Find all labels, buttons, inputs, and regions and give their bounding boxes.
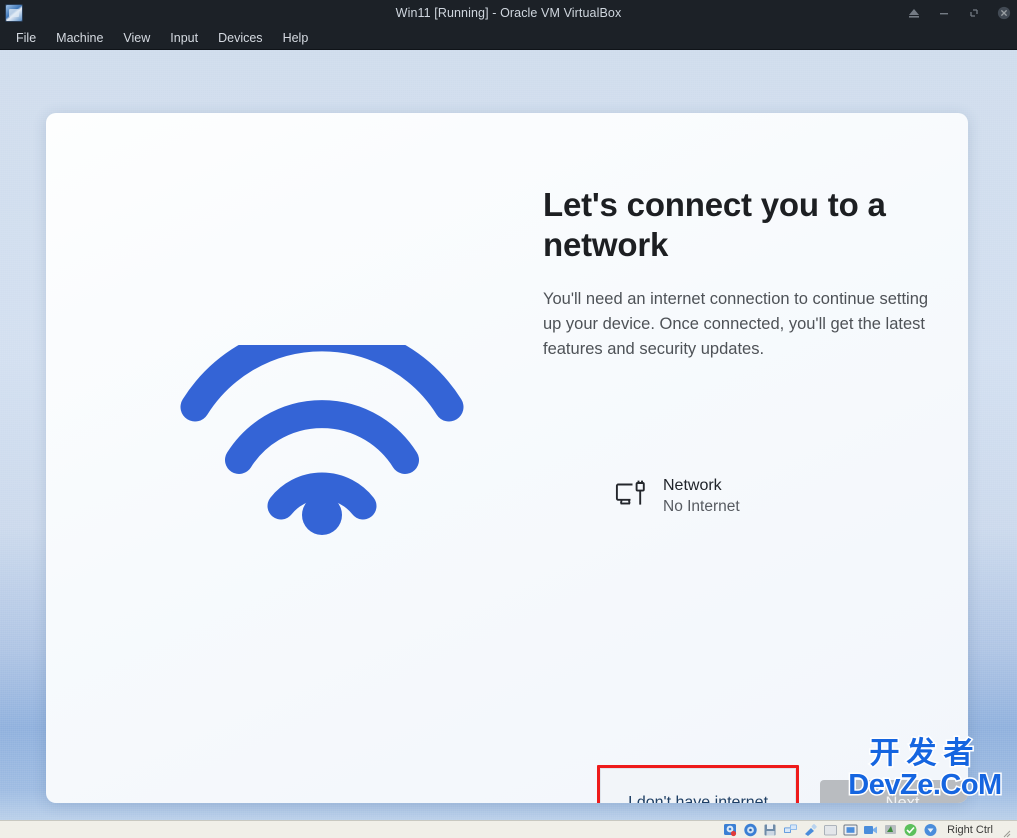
virtualbox-window: Win11 [Running] - Oracle VM VirtualBox F… bbox=[0, 0, 1017, 838]
network-name: Network bbox=[663, 477, 722, 494]
display-icon[interactable] bbox=[843, 823, 858, 837]
host-key-label: Right Ctrl bbox=[947, 823, 993, 836]
optical-drive-icon[interactable] bbox=[743, 823, 758, 837]
host-key-icon[interactable] bbox=[923, 823, 938, 837]
usb-icon[interactable] bbox=[803, 823, 818, 837]
next-button[interactable]: Next bbox=[820, 780, 968, 803]
recording-icon[interactable] bbox=[863, 823, 878, 837]
vm-display[interactable]: Let's connect you to a network You'll ne… bbox=[0, 50, 1017, 820]
status-bar: Right Ctrl bbox=[0, 820, 1017, 838]
wifi-icon bbox=[177, 345, 467, 535]
ethernet-pc-icon bbox=[615, 479, 649, 513]
window-controls bbox=[907, 0, 1011, 26]
oobe-button-row: I don't have internet Next bbox=[597, 765, 968, 803]
network-text: Network No Internet bbox=[663, 476, 740, 516]
resize-grip[interactable] bbox=[1001, 825, 1011, 837]
no-internet-highlight: I don't have internet bbox=[597, 765, 799, 803]
menu-item-view[interactable]: View bbox=[113, 28, 160, 48]
minimize-icon[interactable] bbox=[937, 6, 951, 20]
network-adapter-icon[interactable] bbox=[783, 823, 798, 837]
menu-item-file[interactable]: File bbox=[6, 28, 46, 48]
title-bar: Win11 [Running] - Oracle VM VirtualBox bbox=[0, 0, 1017, 26]
mouse-integration-icon[interactable] bbox=[883, 823, 898, 837]
oobe-card: Let's connect you to a network You'll ne… bbox=[46, 113, 968, 803]
menu-item-input[interactable]: Input bbox=[160, 28, 208, 48]
network-list-item[interactable]: Network No Internet bbox=[613, 472, 746, 520]
shared-folders-icon[interactable] bbox=[823, 823, 838, 837]
floppy-drive-icon[interactable] bbox=[763, 823, 778, 837]
window-title: Win11 [Running] - Oracle VM VirtualBox bbox=[395, 6, 622, 20]
i-dont-have-internet-button[interactable]: I don't have internet bbox=[600, 768, 796, 803]
virtualbox-icon bbox=[5, 4, 23, 22]
keyboard-capture-icon[interactable] bbox=[903, 823, 918, 837]
hard-disk-icon[interactable] bbox=[723, 823, 738, 837]
network-status: No Internet bbox=[663, 498, 740, 515]
oobe-content: Let's connect you to a network You'll ne… bbox=[543, 185, 935, 362]
menu-bar: File Machine View Input Devices Help bbox=[0, 26, 1017, 50]
menu-item-machine[interactable]: Machine bbox=[46, 28, 113, 48]
page-description: You'll need an internet connection to co… bbox=[543, 290, 929, 358]
menu-item-help[interactable]: Help bbox=[273, 28, 319, 48]
tray-icon[interactable] bbox=[907, 6, 921, 20]
menu-item-devices[interactable]: Devices bbox=[208, 28, 272, 48]
restore-icon[interactable] bbox=[967, 6, 981, 20]
page-title: Let's connect you to a network bbox=[543, 186, 886, 263]
close-icon[interactable] bbox=[997, 6, 1011, 20]
